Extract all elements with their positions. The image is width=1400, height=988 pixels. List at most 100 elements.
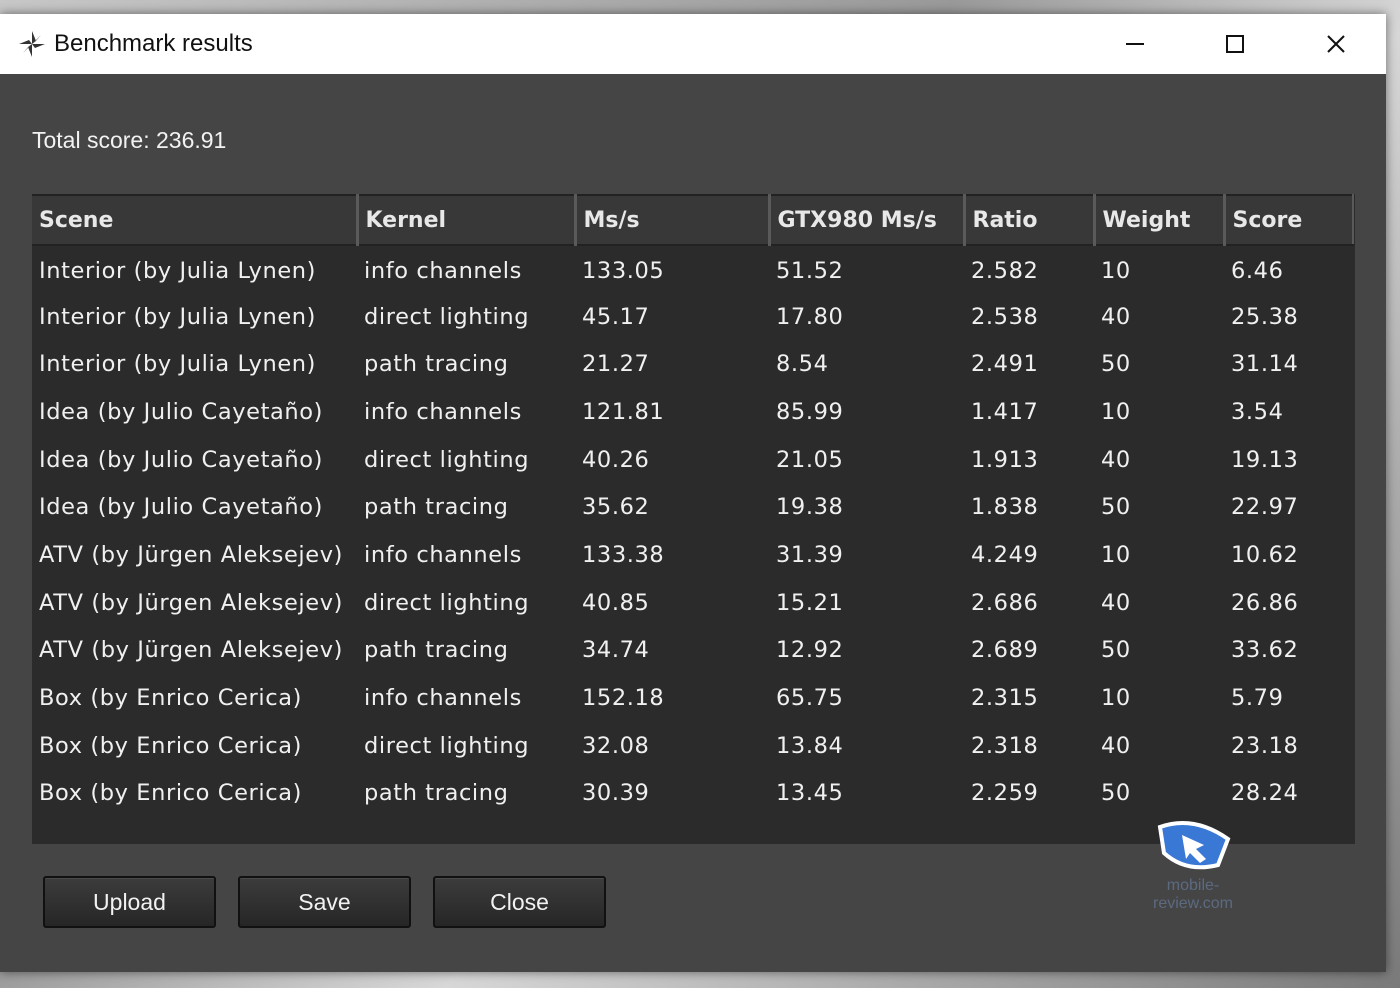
column-header-kernel[interactable]: Kernel [357, 194, 577, 246]
cell-gtx980-ms-s: 13.45 [776, 780, 844, 807]
cell-weight: 10 [1101, 258, 1131, 285]
cell-score: 23.18 [1231, 732, 1299, 759]
column-header-ratio[interactable]: Ratio [964, 194, 1096, 246]
upload-button[interactable]: Upload [43, 876, 216, 928]
cell-gtx980-ms-s: 65.75 [776, 685, 844, 712]
cell-ratio: 2.538 [971, 303, 1039, 330]
cell-gtx980-ms-s: 15.21 [776, 589, 844, 616]
cell-scene: Idea (by Julio Cayetaño) [39, 446, 324, 473]
maximize-icon [1225, 34, 1245, 54]
cell-scene: Idea (by Julio Cayetaño) [39, 398, 324, 425]
cell-score: 5.79 [1231, 685, 1284, 712]
total-score: Total score: 236.91 [32, 127, 227, 153]
table-row[interactable]: ATV (by Jürgen Aleksejev) direct lightin… [32, 579, 1353, 627]
cell-kernel: path tracing [364, 494, 509, 521]
save-button[interactable]: Save [238, 876, 411, 928]
table-header-row: Scene Kernel Ms/s GTX980 Ms/s Ratio Weig… [32, 194, 1354, 246]
cell-weight: 40 [1101, 732, 1131, 759]
maximize-button[interactable] [1185, 14, 1285, 74]
cell-scene: ATV (by Jürgen Aleksejev) [39, 637, 344, 664]
cell-scene: Interior (by Julia Lynen) [39, 303, 317, 330]
cell-kernel: info channels [364, 398, 522, 425]
cell-scene: ATV (by Jürgen Aleksejev) [39, 541, 344, 568]
cell-weight: 10 [1101, 541, 1131, 568]
cell-ratio: 2.582 [971, 258, 1039, 285]
column-header-weight[interactable]: Weight [1094, 194, 1226, 246]
watermark: mobile-review.com [1128, 819, 1258, 912]
cell-ms-s: 40.26 [582, 446, 650, 473]
table-row[interactable]: Box (by Enrico Cerica) direct lighting 3… [32, 722, 1353, 770]
cell-scene: Interior (by Julia Lynen) [39, 351, 317, 378]
table-row[interactable]: Idea (by Julio Cayetaño) direct lighting… [32, 436, 1353, 484]
cell-gtx980-ms-s: 21.05 [776, 446, 844, 473]
table-row[interactable]: Interior (by Julia Lynen) info channels … [32, 245, 1353, 293]
cell-ratio: 4.249 [971, 541, 1039, 568]
cell-scene: Interior (by Julia Lynen) [39, 258, 317, 285]
column-header-score[interactable]: Score [1224, 194, 1354, 246]
cell-ms-s: 152.18 [582, 685, 665, 712]
cell-weight: 40 [1101, 589, 1131, 616]
table-row[interactable]: Box (by Enrico Cerica) info channels 152… [32, 674, 1353, 722]
cell-weight: 50 [1101, 494, 1131, 521]
close-button[interactable]: Close [433, 876, 606, 928]
cell-score: 22.97 [1231, 494, 1299, 521]
cell-kernel: path tracing [364, 351, 509, 378]
cell-scene: Idea (by Julio Cayetaño) [39, 494, 324, 521]
cell-kernel: path tracing [364, 637, 509, 664]
cell-gtx980-ms-s: 8.54 [776, 351, 829, 378]
cell-kernel: info channels [364, 541, 522, 568]
cell-gtx980-ms-s: 31.39 [776, 541, 844, 568]
table-row[interactable]: Interior (by Julia Lynen) path tracing 2… [32, 340, 1353, 388]
cell-score: 10.62 [1231, 541, 1299, 568]
cell-gtx980-ms-s: 17.80 [776, 303, 844, 330]
cell-kernel: info channels [364, 258, 522, 285]
table-row[interactable]: ATV (by Jürgen Aleksejev) path tracing 3… [32, 627, 1353, 675]
minimize-button[interactable] [1085, 14, 1185, 74]
cell-gtx980-ms-s: 19.38 [776, 494, 844, 521]
cell-scene: ATV (by Jürgen Aleksejev) [39, 589, 344, 616]
cell-ratio: 2.686 [971, 589, 1039, 616]
results-table-container[interactable]: Scene Kernel Ms/s GTX980 Ms/s Ratio Weig… [32, 194, 1355, 844]
cell-score: 25.38 [1231, 303, 1299, 330]
results-table: Scene Kernel Ms/s GTX980 Ms/s Ratio Weig… [32, 194, 1354, 817]
table-row[interactable]: Idea (by Julio Cayetaño) info channels 1… [32, 388, 1353, 436]
cell-score: 28.24 [1231, 780, 1299, 807]
cell-ratio: 2.318 [971, 732, 1039, 759]
cell-ratio: 2.259 [971, 780, 1039, 807]
cell-kernel: direct lighting [364, 732, 530, 759]
column-header-scene[interactable]: Scene [32, 194, 359, 246]
cell-score: 26.86 [1231, 589, 1299, 616]
cell-ratio: 1.417 [971, 398, 1039, 425]
table-row[interactable]: Interior (by Julia Lynen) direct lightin… [32, 293, 1353, 341]
cell-gtx980-ms-s: 13.84 [776, 732, 844, 759]
table-row[interactable]: Box (by Enrico Cerica) path tracing 30.3… [32, 770, 1353, 818]
cell-ratio: 2.315 [971, 685, 1039, 712]
cell-score: 33.62 [1231, 637, 1299, 664]
cell-ratio: 1.913 [971, 446, 1039, 473]
cell-kernel: direct lighting [364, 303, 530, 330]
table-row[interactable]: Idea (by Julio Cayetaño) path tracing 35… [32, 483, 1353, 531]
cell-score: 3.54 [1231, 398, 1284, 425]
cell-score: 31.14 [1231, 351, 1299, 378]
cell-weight: 50 [1101, 351, 1131, 378]
cell-ms-s: 40.85 [582, 589, 650, 616]
cell-ms-s: 35.62 [582, 494, 650, 521]
cell-ratio: 2.689 [971, 637, 1039, 664]
column-header-gtx980-ms-s[interactable]: GTX980 Ms/s [769, 194, 966, 246]
cell-scene: Box (by Enrico Cerica) [39, 780, 302, 807]
watermark-text: mobile-review.com [1152, 877, 1234, 912]
cell-ms-s: 133.05 [582, 258, 665, 285]
cell-weight: 40 [1101, 303, 1131, 330]
close-icon [1326, 34, 1346, 54]
title-bar[interactable]: Benchmark results [0, 14, 1386, 74]
cell-weight: 40 [1101, 446, 1131, 473]
window-title: Benchmark results [54, 30, 253, 57]
table-row[interactable]: ATV (by Jürgen Aleksejev) info channels … [32, 531, 1353, 579]
close-window-button[interactable] [1286, 14, 1386, 74]
cell-ms-s: 45.17 [582, 303, 650, 330]
cell-weight: 10 [1101, 398, 1131, 425]
cell-kernel: info channels [364, 685, 522, 712]
column-header-ms-s[interactable]: Ms/s [575, 194, 771, 246]
cell-weight: 10 [1101, 685, 1131, 712]
cell-ms-s: 32.08 [582, 732, 650, 759]
